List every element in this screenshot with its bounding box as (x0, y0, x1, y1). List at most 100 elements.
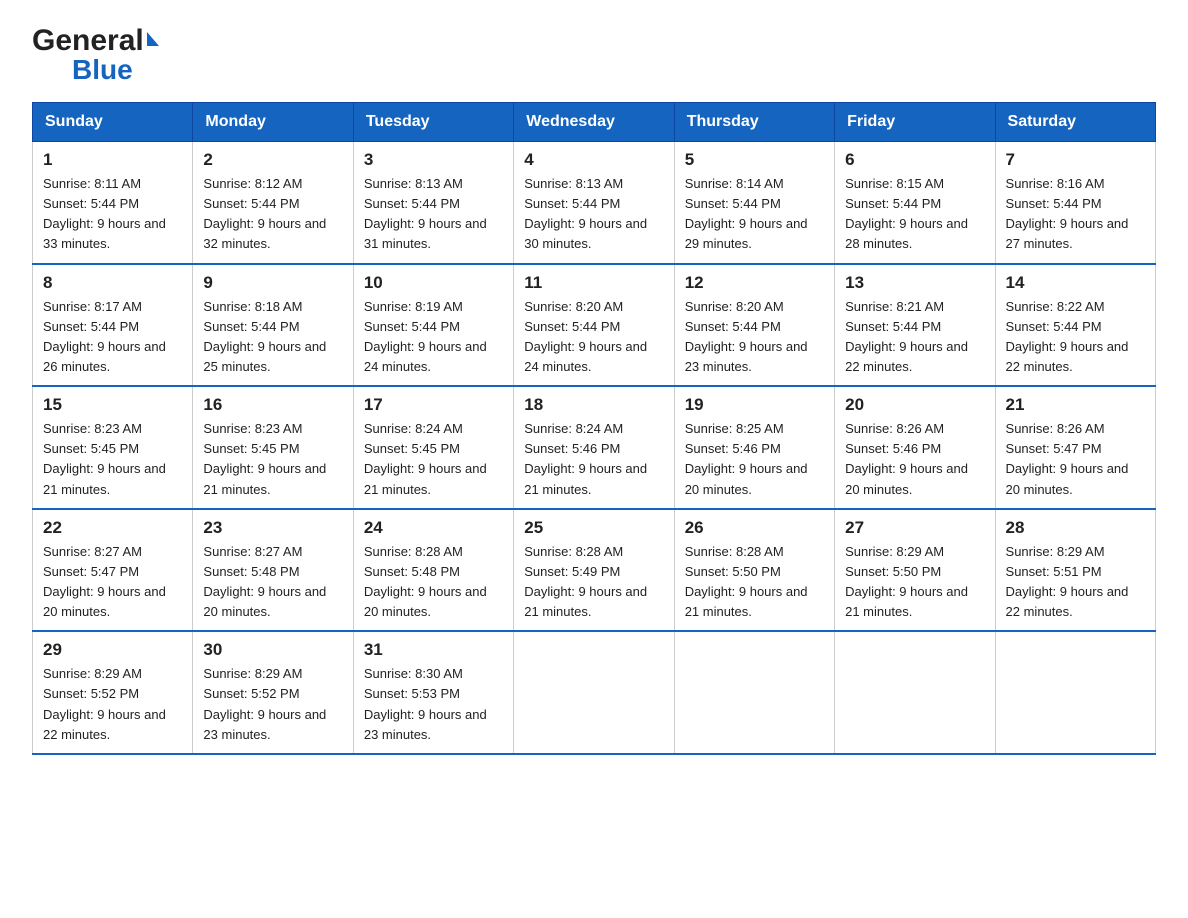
day-info: Sunrise: 8:13 AMSunset: 5:44 PMDaylight:… (524, 176, 647, 251)
day-info: Sunrise: 8:26 AMSunset: 5:46 PMDaylight:… (845, 421, 968, 496)
calendar-cell (835, 631, 995, 754)
day-info: Sunrise: 8:29 AMSunset: 5:50 PMDaylight:… (845, 544, 968, 619)
calendar-week-4: 22 Sunrise: 8:27 AMSunset: 5:47 PMDaylig… (33, 509, 1156, 632)
calendar-cell: 23 Sunrise: 8:27 AMSunset: 5:48 PMDaylig… (193, 509, 353, 632)
day-info: Sunrise: 8:25 AMSunset: 5:46 PMDaylight:… (685, 421, 808, 496)
day-number: 5 (685, 150, 824, 170)
weekday-header-friday: Friday (835, 103, 995, 142)
day-number: 12 (685, 273, 824, 293)
day-number: 28 (1006, 518, 1145, 538)
day-info: Sunrise: 8:23 AMSunset: 5:45 PMDaylight:… (203, 421, 326, 496)
calendar-cell: 27 Sunrise: 8:29 AMSunset: 5:50 PMDaylig… (835, 509, 995, 632)
day-number: 18 (524, 395, 663, 415)
day-number: 31 (364, 640, 503, 660)
calendar-cell: 21 Sunrise: 8:26 AMSunset: 5:47 PMDaylig… (995, 386, 1155, 509)
day-number: 17 (364, 395, 503, 415)
day-info: Sunrise: 8:27 AMSunset: 5:47 PMDaylight:… (43, 544, 166, 619)
day-number: 26 (685, 518, 824, 538)
day-number: 6 (845, 150, 984, 170)
calendar-cell (514, 631, 674, 754)
day-number: 13 (845, 273, 984, 293)
day-number: 8 (43, 273, 182, 293)
day-info: Sunrise: 8:15 AMSunset: 5:44 PMDaylight:… (845, 176, 968, 251)
calendar-cell: 5 Sunrise: 8:14 AMSunset: 5:44 PMDayligh… (674, 142, 834, 264)
day-number: 29 (43, 640, 182, 660)
calendar-week-3: 15 Sunrise: 8:23 AMSunset: 5:45 PMDaylig… (33, 386, 1156, 509)
calendar-cell: 16 Sunrise: 8:23 AMSunset: 5:45 PMDaylig… (193, 386, 353, 509)
weekday-header-tuesday: Tuesday (353, 103, 513, 142)
calendar-cell: 30 Sunrise: 8:29 AMSunset: 5:52 PMDaylig… (193, 631, 353, 754)
day-info: Sunrise: 8:28 AMSunset: 5:50 PMDaylight:… (685, 544, 808, 619)
calendar-cell: 22 Sunrise: 8:27 AMSunset: 5:47 PMDaylig… (33, 509, 193, 632)
calendar-cell: 11 Sunrise: 8:20 AMSunset: 5:44 PMDaylig… (514, 264, 674, 387)
day-info: Sunrise: 8:19 AMSunset: 5:44 PMDaylight:… (364, 299, 487, 374)
day-info: Sunrise: 8:29 AMSunset: 5:52 PMDaylight:… (43, 666, 166, 741)
calendar-cell (995, 631, 1155, 754)
day-number: 1 (43, 150, 182, 170)
calendar-cell: 14 Sunrise: 8:22 AMSunset: 5:44 PMDaylig… (995, 264, 1155, 387)
day-number: 11 (524, 273, 663, 293)
day-info: Sunrise: 8:16 AMSunset: 5:44 PMDaylight:… (1006, 176, 1129, 251)
logo-text-general: General (32, 24, 144, 58)
day-info: Sunrise: 8:14 AMSunset: 5:44 PMDaylight:… (685, 176, 808, 251)
calendar-cell: 24 Sunrise: 8:28 AMSunset: 5:48 PMDaylig… (353, 509, 513, 632)
calendar-cell: 7 Sunrise: 8:16 AMSunset: 5:44 PMDayligh… (995, 142, 1155, 264)
day-info: Sunrise: 8:27 AMSunset: 5:48 PMDaylight:… (203, 544, 326, 619)
weekday-header-saturday: Saturday (995, 103, 1155, 142)
day-info: Sunrise: 8:17 AMSunset: 5:44 PMDaylight:… (43, 299, 166, 374)
calendar-cell: 4 Sunrise: 8:13 AMSunset: 5:44 PMDayligh… (514, 142, 674, 264)
weekday-header-row: SundayMondayTuesdayWednesdayThursdayFrid… (33, 103, 1156, 142)
day-info: Sunrise: 8:28 AMSunset: 5:49 PMDaylight:… (524, 544, 647, 619)
weekday-header-monday: Monday (193, 103, 353, 142)
calendar-cell: 10 Sunrise: 8:19 AMSunset: 5:44 PMDaylig… (353, 264, 513, 387)
day-info: Sunrise: 8:30 AMSunset: 5:53 PMDaylight:… (364, 666, 487, 741)
day-number: 9 (203, 273, 342, 293)
calendar-cell: 8 Sunrise: 8:17 AMSunset: 5:44 PMDayligh… (33, 264, 193, 387)
day-info: Sunrise: 8:21 AMSunset: 5:44 PMDaylight:… (845, 299, 968, 374)
day-number: 20 (845, 395, 984, 415)
day-info: Sunrise: 8:12 AMSunset: 5:44 PMDaylight:… (203, 176, 326, 251)
day-number: 19 (685, 395, 824, 415)
day-info: Sunrise: 8:18 AMSunset: 5:44 PMDaylight:… (203, 299, 326, 374)
calendar-cell: 19 Sunrise: 8:25 AMSunset: 5:46 PMDaylig… (674, 386, 834, 509)
day-number: 21 (1006, 395, 1145, 415)
day-info: Sunrise: 8:29 AMSunset: 5:51 PMDaylight:… (1006, 544, 1129, 619)
calendar-cell: 26 Sunrise: 8:28 AMSunset: 5:50 PMDaylig… (674, 509, 834, 632)
logo-text-blue: Blue (72, 54, 159, 86)
calendar-cell: 29 Sunrise: 8:29 AMSunset: 5:52 PMDaylig… (33, 631, 193, 754)
day-number: 16 (203, 395, 342, 415)
calendar-cell: 18 Sunrise: 8:24 AMSunset: 5:46 PMDaylig… (514, 386, 674, 509)
calendar-cell: 31 Sunrise: 8:30 AMSunset: 5:53 PMDaylig… (353, 631, 513, 754)
weekday-header-sunday: Sunday (33, 103, 193, 142)
logo: General Blue (32, 24, 159, 86)
day-number: 14 (1006, 273, 1145, 293)
calendar-table: SundayMondayTuesdayWednesdayThursdayFrid… (32, 102, 1156, 755)
day-number: 25 (524, 518, 663, 538)
day-info: Sunrise: 8:26 AMSunset: 5:47 PMDaylight:… (1006, 421, 1129, 496)
calendar-cell: 13 Sunrise: 8:21 AMSunset: 5:44 PMDaylig… (835, 264, 995, 387)
day-info: Sunrise: 8:24 AMSunset: 5:46 PMDaylight:… (524, 421, 647, 496)
day-number: 4 (524, 150, 663, 170)
day-info: Sunrise: 8:11 AMSunset: 5:44 PMDaylight:… (43, 176, 166, 251)
day-number: 23 (203, 518, 342, 538)
day-number: 7 (1006, 150, 1145, 170)
day-info: Sunrise: 8:28 AMSunset: 5:48 PMDaylight:… (364, 544, 487, 619)
calendar-week-2: 8 Sunrise: 8:17 AMSunset: 5:44 PMDayligh… (33, 264, 1156, 387)
day-info: Sunrise: 8:13 AMSunset: 5:44 PMDaylight:… (364, 176, 487, 251)
day-number: 24 (364, 518, 503, 538)
calendar-cell: 28 Sunrise: 8:29 AMSunset: 5:51 PMDaylig… (995, 509, 1155, 632)
day-info: Sunrise: 8:20 AMSunset: 5:44 PMDaylight:… (524, 299, 647, 374)
calendar-cell: 17 Sunrise: 8:24 AMSunset: 5:45 PMDaylig… (353, 386, 513, 509)
day-number: 30 (203, 640, 342, 660)
calendar-cell: 3 Sunrise: 8:13 AMSunset: 5:44 PMDayligh… (353, 142, 513, 264)
day-number: 15 (43, 395, 182, 415)
calendar-week-5: 29 Sunrise: 8:29 AMSunset: 5:52 PMDaylig… (33, 631, 1156, 754)
day-number: 27 (845, 518, 984, 538)
calendar-cell: 2 Sunrise: 8:12 AMSunset: 5:44 PMDayligh… (193, 142, 353, 264)
day-info: Sunrise: 8:24 AMSunset: 5:45 PMDaylight:… (364, 421, 487, 496)
day-info: Sunrise: 8:20 AMSunset: 5:44 PMDaylight:… (685, 299, 808, 374)
day-info: Sunrise: 8:29 AMSunset: 5:52 PMDaylight:… (203, 666, 326, 741)
calendar-cell: 12 Sunrise: 8:20 AMSunset: 5:44 PMDaylig… (674, 264, 834, 387)
page-header: General Blue (32, 24, 1156, 86)
calendar-cell: 6 Sunrise: 8:15 AMSunset: 5:44 PMDayligh… (835, 142, 995, 264)
